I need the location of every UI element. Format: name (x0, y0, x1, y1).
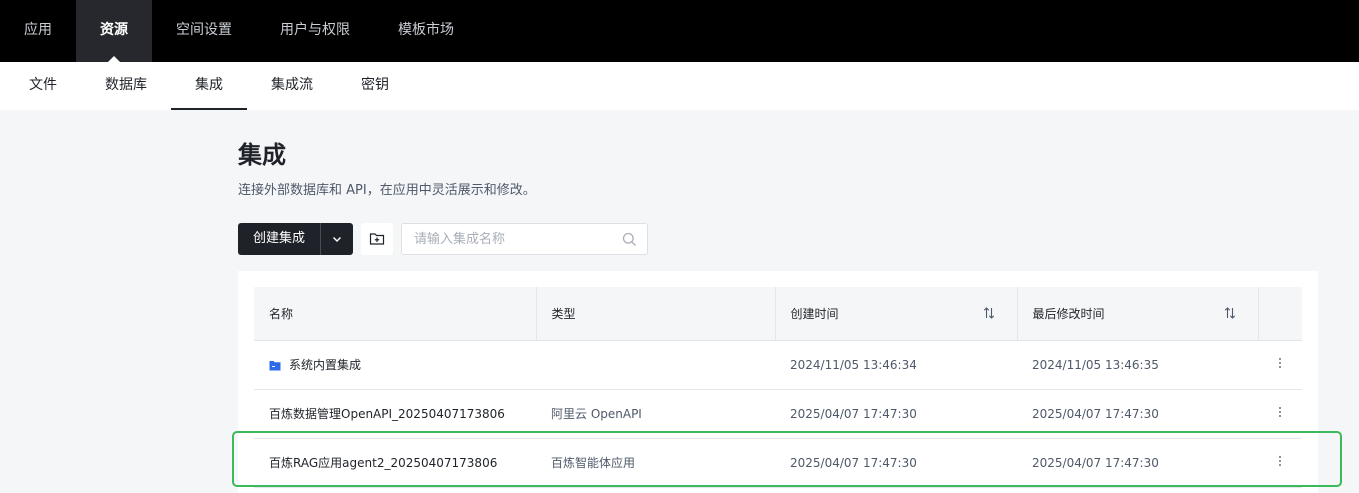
folder-icon (269, 361, 281, 371)
top-nav-item-apps[interactable]: 应用 (0, 0, 76, 62)
more-actions-button[interactable] (1258, 438, 1302, 488)
cell-created: 2024/11/05 13:46:34 (775, 340, 1017, 390)
table-row[interactable]: 百炼数据管理OpenAPI_20250407173806 阿里云 OpenAPI… (254, 389, 1302, 439)
page-title: 集成 (238, 141, 286, 169)
search-input[interactable] (402, 224, 613, 254)
table-header-row: 名称 类型 创建时间 最后修改时间 (254, 287, 1302, 341)
sort-icon[interactable] (1224, 306, 1236, 320)
cell-created: 2025/04/07 17:47:30 (775, 438, 1017, 488)
cell-type: 百炼智能体应用 (536, 438, 775, 488)
folder-add-icon (369, 233, 385, 245)
create-integration-split-button: 创建集成 (238, 223, 354, 255)
integrations-table: 名称 类型 创建时间 最后修改时间 系统内置集成 2024/11/05 13:4… (254, 287, 1302, 488)
more-actions-button[interactable] (1258, 389, 1302, 439)
column-header-created[interactable]: 创建时间 (775, 287, 1018, 341)
top-nav-item-template-market[interactable]: 模板市场 (374, 0, 478, 62)
tab-files[interactable]: 文件 (5, 62, 81, 110)
sub-nav: 文件 数据库 集成 集成流 密钥 (0, 62, 1359, 110)
page-description: 连接外部数据库和 API，在应用中灵活展示和修改。 (238, 183, 536, 198)
top-nav-item-users-permissions[interactable]: 用户与权限 (256, 0, 374, 62)
more-vertical-icon (1279, 406, 1281, 417)
more-vertical-icon (1279, 455, 1281, 466)
tab-integration-flows[interactable]: 集成流 (247, 62, 337, 110)
cell-modified: 2025/04/07 17:47:30 (1017, 389, 1258, 439)
cell-name[interactable]: 系统内置集成 (254, 340, 536, 390)
cell-name[interactable]: 百炼数据管理OpenAPI_20250407173806 (254, 389, 536, 439)
column-header-name: 名称 (254, 287, 537, 341)
search-box (401, 223, 649, 255)
tab-integrations[interactable]: 集成 (171, 62, 247, 110)
sort-icon[interactable] (983, 306, 995, 320)
top-nav: 应用 资源 空间设置 用户与权限 模板市场 (0, 0, 1359, 62)
create-dropdown-button[interactable] (321, 223, 353, 255)
cell-name[interactable]: 百炼RAG应用agent2_20250407173806 (254, 438, 536, 488)
cell-type: 阿里云 OpenAPI (536, 389, 775, 439)
cell-type (536, 340, 775, 390)
tab-secrets[interactable]: 密钥 (337, 62, 413, 110)
integrations-table-panel: 名称 类型 创建时间 最后修改时间 系统内置集成 2024/11/05 13:4… (238, 271, 1318, 493)
create-integration-button[interactable]: 创建集成 (238, 223, 322, 255)
cell-modified: 2025/04/07 17:47:30 (1017, 438, 1258, 488)
more-actions-button[interactable] (1258, 340, 1302, 390)
search-icon[interactable] (622, 232, 637, 247)
new-folder-button[interactable] (361, 223, 394, 255)
toolbar: 创建集成 (238, 223, 649, 255)
chevron-down-icon (333, 237, 342, 242)
cell-modified: 2024/11/05 13:46:35 (1017, 340, 1258, 390)
cell-created: 2025/04/07 17:47:30 (775, 389, 1017, 439)
top-nav-item-resources[interactable]: 资源 (76, 0, 152, 62)
more-vertical-icon (1279, 357, 1281, 368)
table-row[interactable]: 百炼RAG应用agent2_20250407173806 百炼智能体应用 202… (254, 438, 1302, 488)
top-nav-item-space-settings[interactable]: 空间设置 (152, 0, 256, 62)
table-row[interactable]: 系统内置集成 2024/11/05 13:46:34 2024/11/05 13… (254, 340, 1302, 390)
column-header-modified[interactable]: 最后修改时间 (1017, 287, 1259, 341)
column-header-actions (1258, 287, 1302, 341)
tab-database[interactable]: 数据库 (81, 62, 171, 110)
column-header-type: 类型 (536, 287, 776, 341)
